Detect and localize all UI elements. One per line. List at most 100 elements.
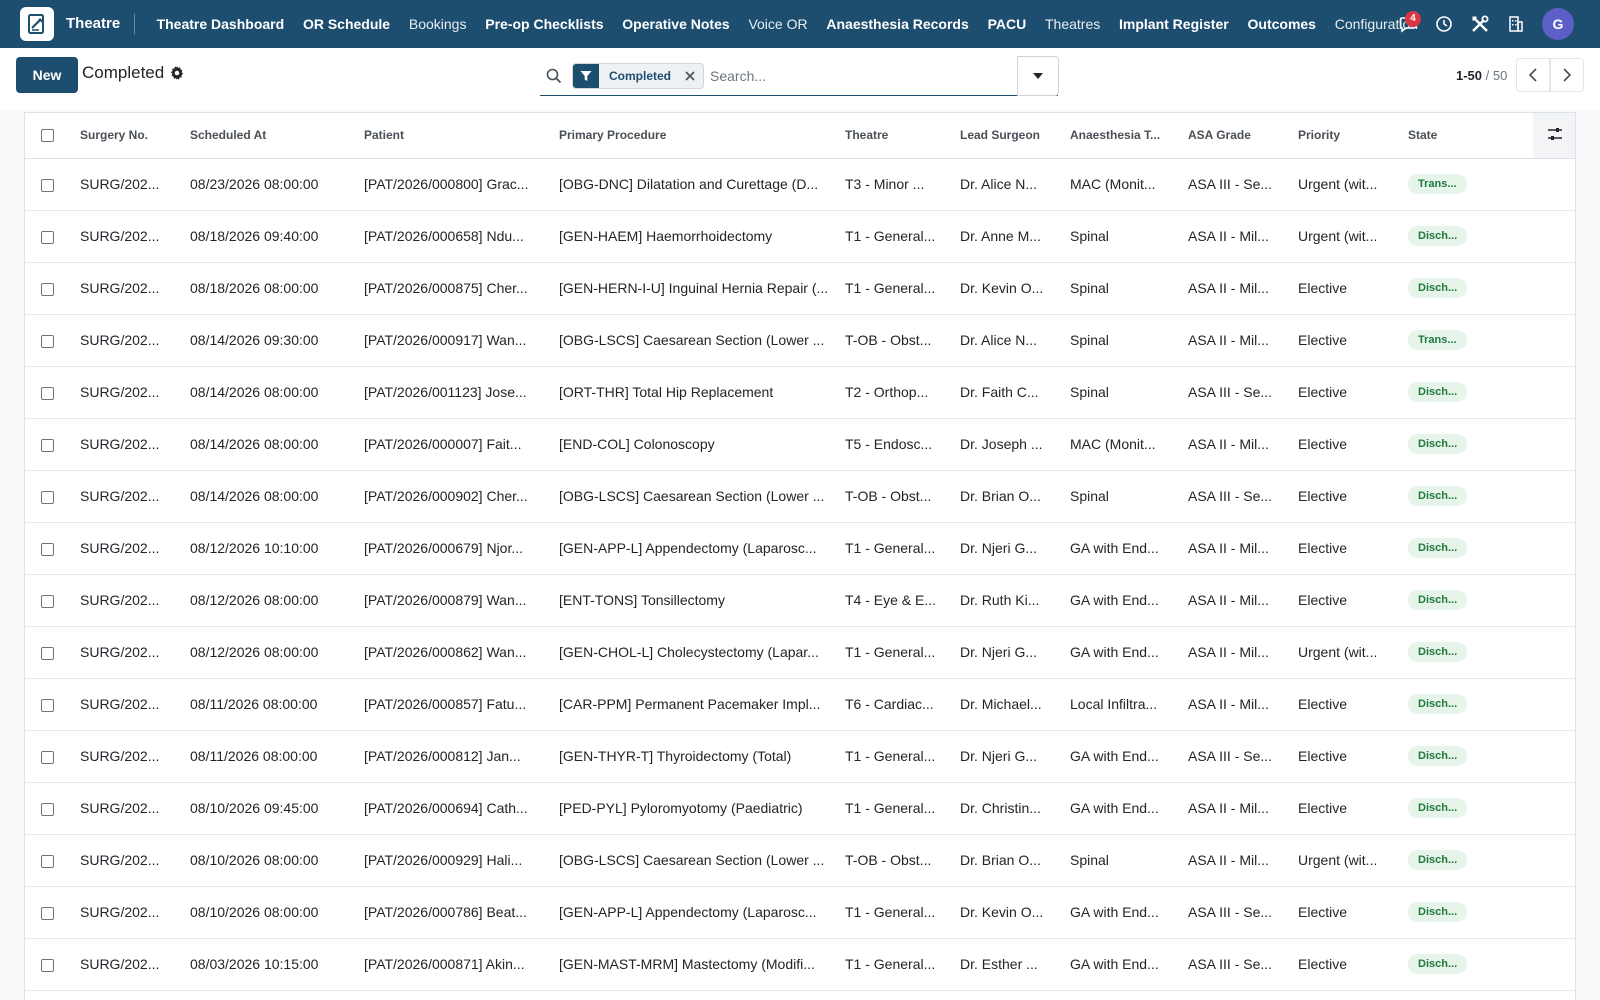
table-row[interactable]: SURG/202... 08/14/2026 09:30:00 [PAT/2026/… bbox=[25, 314, 1575, 367]
table-cell[interactable]: [GEN-MAST-MRM] Mastectomy (Modifi... bbox=[552, 938, 838, 991]
table-cell[interactable]: Elective bbox=[1291, 886, 1401, 939]
menu-bookings[interactable]: Bookings bbox=[399, 0, 475, 48]
table-cell[interactable]: [GEN-HAEM] Haemorrhoidectomy bbox=[552, 210, 838, 263]
table-row[interactable]: SURG/202... 08/14/2026 08:00:00 [PAT/2026/… bbox=[25, 366, 1575, 419]
pager-range[interactable]: 1-50 bbox=[1456, 68, 1482, 83]
table-cell[interactable]: GA with End... bbox=[1063, 522, 1181, 575]
table-cell[interactable]: Spinal bbox=[1063, 834, 1181, 887]
table-cell[interactable]: [PAT/2026/000875] Cher... bbox=[357, 262, 552, 315]
table-cell[interactable]: [GEN-THYR-T] Thyroidectomy (Total) bbox=[552, 730, 838, 783]
state-cell[interactable]: Disch... bbox=[1401, 470, 1533, 523]
table-cell[interactable]: GA with End... bbox=[1063, 574, 1181, 627]
table-cell[interactable]: Local Infiltra... bbox=[1063, 678, 1181, 731]
table-cell[interactable]: SURG/202... bbox=[73, 418, 183, 471]
pager-previous-button[interactable] bbox=[1516, 58, 1550, 92]
table-cell[interactable]: ASA II - Mil... bbox=[1181, 678, 1291, 731]
row-checkbox[interactable] bbox=[25, 158, 73, 211]
column-header[interactable]: Theatre bbox=[838, 113, 953, 159]
search-panel-toggle[interactable] bbox=[1017, 56, 1059, 96]
table-cell[interactable]: 08/10/2026 08:00:00 bbox=[183, 834, 357, 887]
table-cell[interactable]: SURG/202... bbox=[73, 886, 183, 939]
row-checkbox[interactable] bbox=[25, 834, 73, 887]
table-cell[interactable]: 08/14/2026 08:00:00 bbox=[183, 418, 357, 471]
table-cell[interactable]: 08/14/2026 08:00:00 bbox=[183, 366, 357, 419]
table-cell[interactable]: [OBG-DNC] Dilatation and Curettage (D... bbox=[552, 158, 838, 211]
menu-pre-op-checklists[interactable]: Pre-op Checklists bbox=[476, 0, 613, 48]
pager-next-button[interactable] bbox=[1550, 58, 1584, 92]
table-cell[interactable]: SURG/202... bbox=[73, 834, 183, 887]
state-cell[interactable]: Trans... bbox=[1401, 158, 1533, 211]
table-cell[interactable]: Dr. Michael... bbox=[953, 678, 1063, 731]
table-cell[interactable]: [ORT-THR] Total Hip Replacement bbox=[552, 366, 838, 419]
table-cell[interactable]: [PAT/2026/000800] Grac... bbox=[357, 158, 552, 211]
row-checkbox[interactable] bbox=[25, 626, 73, 679]
table-cell[interactable]: T1 - General... bbox=[838, 626, 953, 679]
table-cell[interactable]: ASA III - Se... bbox=[1181, 470, 1291, 523]
state-cell[interactable]: Disch... bbox=[1401, 574, 1533, 627]
table-cell[interactable]: 08/18/2026 08:00:00 bbox=[183, 262, 357, 315]
table-cell[interactable]: 08/14/2026 08:00:00 bbox=[183, 470, 357, 523]
row-checkbox[interactable] bbox=[25, 730, 73, 783]
table-cell[interactable]: SURG/202... bbox=[73, 210, 183, 263]
table-row[interactable]: SURG/202... 08/12/2026 08:00:00 [PAT/2026/… bbox=[25, 626, 1575, 679]
table-cell[interactable]: SURG/202... bbox=[73, 626, 183, 679]
state-cell[interactable]: Trans... bbox=[1401, 314, 1533, 367]
table-cell[interactable]: Elective bbox=[1291, 418, 1401, 471]
column-header[interactable]: Patient bbox=[357, 113, 552, 159]
table-cell[interactable]: ASA II - Mil... bbox=[1181, 262, 1291, 315]
table-cell[interactable]: T1 - General... bbox=[838, 210, 953, 263]
column-header[interactable]: State bbox=[1401, 113, 1533, 159]
table-cell[interactable]: T1 - General... bbox=[838, 522, 953, 575]
row-checkbox[interactable] bbox=[25, 678, 73, 731]
state-cell[interactable]: Disch... bbox=[1401, 834, 1533, 887]
table-cell[interactable]: ASA III - Se... bbox=[1181, 886, 1291, 939]
state-cell[interactable]: Disch... bbox=[1401, 522, 1533, 575]
menu-outcomes[interactable]: Outcomes bbox=[1238, 0, 1325, 48]
row-checkbox[interactable] bbox=[25, 262, 73, 315]
table-cell[interactable]: MAC (Monit... bbox=[1063, 158, 1181, 211]
table-cell[interactable]: Spinal bbox=[1063, 262, 1181, 315]
table-cell[interactable]: ASA III - Se... bbox=[1181, 938, 1291, 991]
table-cell[interactable]: 08/12/2026 10:10:00 bbox=[183, 522, 357, 575]
table-cell[interactable]: Elective bbox=[1291, 938, 1401, 991]
table-cell[interactable]: Elective bbox=[1291, 262, 1401, 315]
table-cell[interactable]: Elective bbox=[1291, 470, 1401, 523]
table-cell[interactable]: Dr. Anne M... bbox=[953, 210, 1063, 263]
table-row[interactable]: SURG/202... 08/12/2026 10:10:00 [PAT/2026/… bbox=[25, 522, 1575, 575]
table-cell[interactable]: SURG/202... bbox=[73, 730, 183, 783]
table-cell[interactable]: T6 - Cardiac... bbox=[838, 678, 953, 731]
table-cell[interactable]: MAC (Monit... bbox=[1063, 418, 1181, 471]
row-checkbox[interactable] bbox=[25, 574, 73, 627]
app-name[interactable]: Theatre bbox=[66, 14, 136, 34]
tools-icon[interactable] bbox=[1462, 0, 1498, 48]
table-cell[interactable]: 08/18/2026 09:40:00 bbox=[183, 210, 357, 263]
table-cell[interactable]: 08/10/2026 09:45:00 bbox=[183, 782, 357, 835]
table-cell[interactable]: 08/12/2026 08:00:00 bbox=[183, 574, 357, 627]
table-cell[interactable]: ASA II - Mil... bbox=[1181, 626, 1291, 679]
row-checkbox[interactable] bbox=[25, 782, 73, 835]
table-cell[interactable]: Urgent (wit... bbox=[1291, 626, 1401, 679]
table-cell[interactable]: Urgent (wit... bbox=[1291, 834, 1401, 887]
search-input[interactable] bbox=[710, 67, 1058, 84]
row-checkbox[interactable] bbox=[25, 886, 73, 939]
table-cell[interactable]: ASA III - Se... bbox=[1181, 730, 1291, 783]
state-cell[interactable]: Disch... bbox=[1401, 730, 1533, 783]
table-cell[interactable]: T1 - General... bbox=[838, 262, 953, 315]
table-row[interactable]: SURG/202... 08/10/2026 09:45:00 [PAT/2026/… bbox=[25, 782, 1575, 835]
search-icon[interactable] bbox=[542, 64, 566, 88]
table-cell[interactable]: 08/03/2026 10:15:00 bbox=[183, 938, 357, 991]
menu-operative-notes[interactable]: Operative Notes bbox=[613, 0, 739, 48]
table-cell[interactable]: Urgent (wit... bbox=[1291, 210, 1401, 263]
menu-theatre-dashboard[interactable]: Theatre Dashboard bbox=[147, 0, 293, 48]
column-header[interactable]: Surgery No. bbox=[73, 113, 183, 159]
row-checkbox[interactable] bbox=[25, 314, 73, 367]
menu-anaesthesia-records[interactable]: Anaesthesia Records bbox=[817, 0, 978, 48]
table-cell[interactable]: T1 - General... bbox=[838, 938, 953, 991]
table-cell[interactable]: T-OB - Obst... bbox=[838, 314, 953, 367]
table-cell[interactable]: [CAR-PPM] Permanent Pacemaker Impl... bbox=[552, 678, 838, 731]
table-cell[interactable]: SURG/202... bbox=[73, 366, 183, 419]
table-row[interactable]: SURG/202... 08/14/2026 08:00:00 [PAT/2026/… bbox=[25, 418, 1575, 471]
table-row[interactable]: SURG/202... 08/10/2026 08:00:00 [PAT/2026/… bbox=[25, 886, 1575, 939]
table-cell[interactable]: Dr. Faith C... bbox=[953, 366, 1063, 419]
table-cell[interactable]: 08/14/2026 09:30:00 bbox=[183, 314, 357, 367]
